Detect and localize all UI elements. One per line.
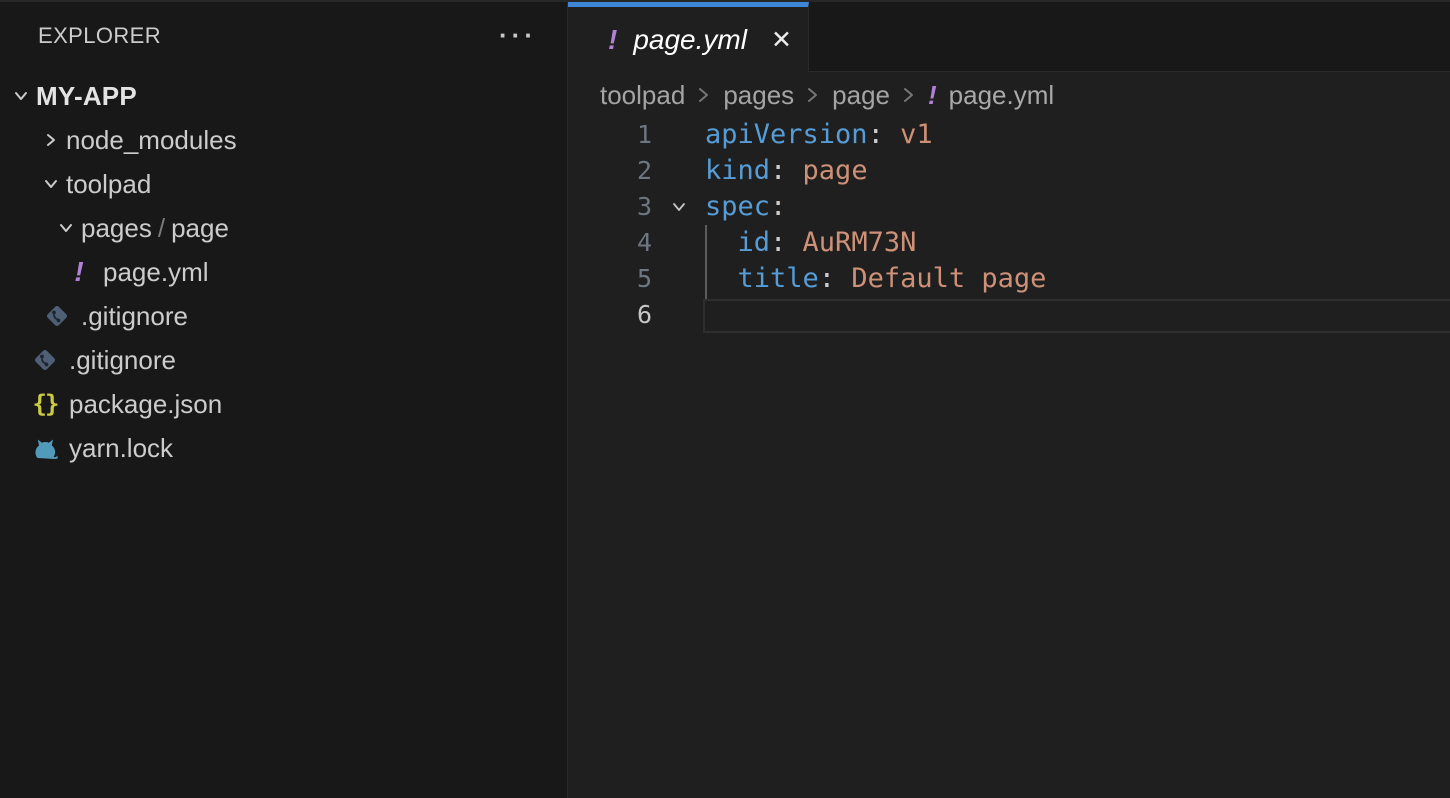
line-number: 1 [568, 117, 652, 153]
warning-icon: ! [62, 255, 96, 289]
breadcrumb-item-pages[interactable]: pages [723, 80, 794, 111]
code-text: apiVersion: v1 [705, 117, 933, 153]
code-text: spec: [705, 189, 786, 225]
root-folder-label: MY-APP [36, 81, 137, 112]
yarn-cat-icon [28, 431, 62, 465]
line-number: 5 [568, 261, 652, 297]
fold-column [652, 153, 705, 189]
folder-label: toolpad [66, 169, 151, 200]
chevron-right-icon [804, 83, 822, 107]
fold-column [652, 117, 705, 153]
more-actions-icon[interactable]: ··· [499, 22, 537, 48]
file-label: .gitignore [81, 301, 188, 332]
line-number: 3 [568, 189, 652, 225]
tab-label: page.yml [633, 24, 747, 56]
explorer-sidebar: EXPLORER ··· MY-APP node_modules toolpad [0, 0, 568, 798]
code-line-4[interactable]: 4 id: AuRM73N [568, 225, 1450, 261]
git-icon [40, 299, 74, 333]
fold-column [652, 225, 705, 261]
code-line-5[interactable]: 5 title: Default page [568, 261, 1450, 297]
code-editor[interactable]: 1 apiVersion: v1 2 kind: page 3 spec: 4 … [568, 117, 1450, 333]
json-braces-icon: {} [28, 387, 62, 421]
warning-icon: ! [928, 80, 937, 111]
git-icon [28, 343, 62, 377]
line-number-active: 6 [568, 297, 652, 333]
tree-item-package-json[interactable]: {} package.json [0, 382, 567, 426]
file-label: .gitignore [69, 345, 176, 376]
line-number: 4 [568, 225, 652, 261]
code-line-3[interactable]: 3 spec: [568, 189, 1450, 225]
code-text: kind: page [705, 153, 868, 189]
explorer-title: EXPLORER [38, 23, 161, 49]
explorer-header: EXPLORER ··· [0, 0, 567, 72]
fold-column [652, 297, 705, 333]
breadcrumb: toolpad pages page ! page.yml [568, 72, 1450, 118]
chevron-right-icon[interactable] [36, 125, 66, 155]
fold-column [652, 261, 705, 297]
tree-item-gitignore-root[interactable]: .gitignore [0, 338, 567, 382]
tree-root-my-app[interactable]: MY-APP [0, 74, 567, 118]
tab-page-yml[interactable]: ! page.yml ✕ [568, 2, 809, 72]
chevron-down-icon[interactable] [6, 81, 36, 111]
tree-item-page-yml[interactable]: ! page.yml [0, 250, 567, 294]
file-label: package.json [69, 389, 222, 420]
path-separator: / [152, 213, 171, 243]
code-text: title: Default page [705, 261, 1046, 297]
breadcrumb-item-file[interactable]: page.yml [949, 80, 1055, 111]
file-tree: MY-APP node_modules toolpad pages/page !… [0, 74, 567, 470]
code-line-1[interactable]: 1 apiVersion: v1 [568, 117, 1450, 153]
tab-bar: ! page.yml ✕ [568, 0, 1450, 72]
tree-item-gitignore-nested[interactable]: .gitignore [0, 294, 567, 338]
file-label: yarn.lock [69, 433, 173, 464]
breadcrumb-item-toolpad[interactable]: toolpad [600, 80, 685, 111]
folder-label: pages/page [81, 213, 229, 244]
line-number: 2 [568, 153, 652, 189]
chevron-right-icon [900, 83, 918, 107]
fold-chevron-down-icon[interactable] [652, 189, 705, 225]
file-label: page.yml [103, 257, 209, 288]
chevron-down-icon[interactable] [51, 213, 81, 243]
code-line-6-current[interactable]: 6 [568, 297, 1450, 333]
tree-item-pages-page[interactable]: pages/page [0, 206, 567, 250]
folder-label: node_modules [66, 125, 237, 156]
close-icon[interactable]: ✕ [771, 25, 792, 55]
chevron-down-icon[interactable] [36, 169, 66, 199]
editor-area: ! page.yml ✕ toolpad pages page ! page.y… [568, 0, 1450, 798]
code-text: id: AuRM73N [705, 225, 916, 261]
tree-item-toolpad[interactable]: toolpad [0, 162, 567, 206]
window-top-border [0, 0, 1450, 2]
warning-icon: ! [608, 24, 617, 56]
tree-item-node-modules[interactable]: node_modules [0, 118, 567, 162]
tree-item-yarn-lock[interactable]: yarn.lock [0, 426, 567, 470]
chevron-right-icon [695, 83, 713, 107]
code-line-2[interactable]: 2 kind: page [568, 153, 1450, 189]
current-line-highlight [703, 299, 1450, 333]
breadcrumb-item-page[interactable]: page [832, 80, 890, 111]
